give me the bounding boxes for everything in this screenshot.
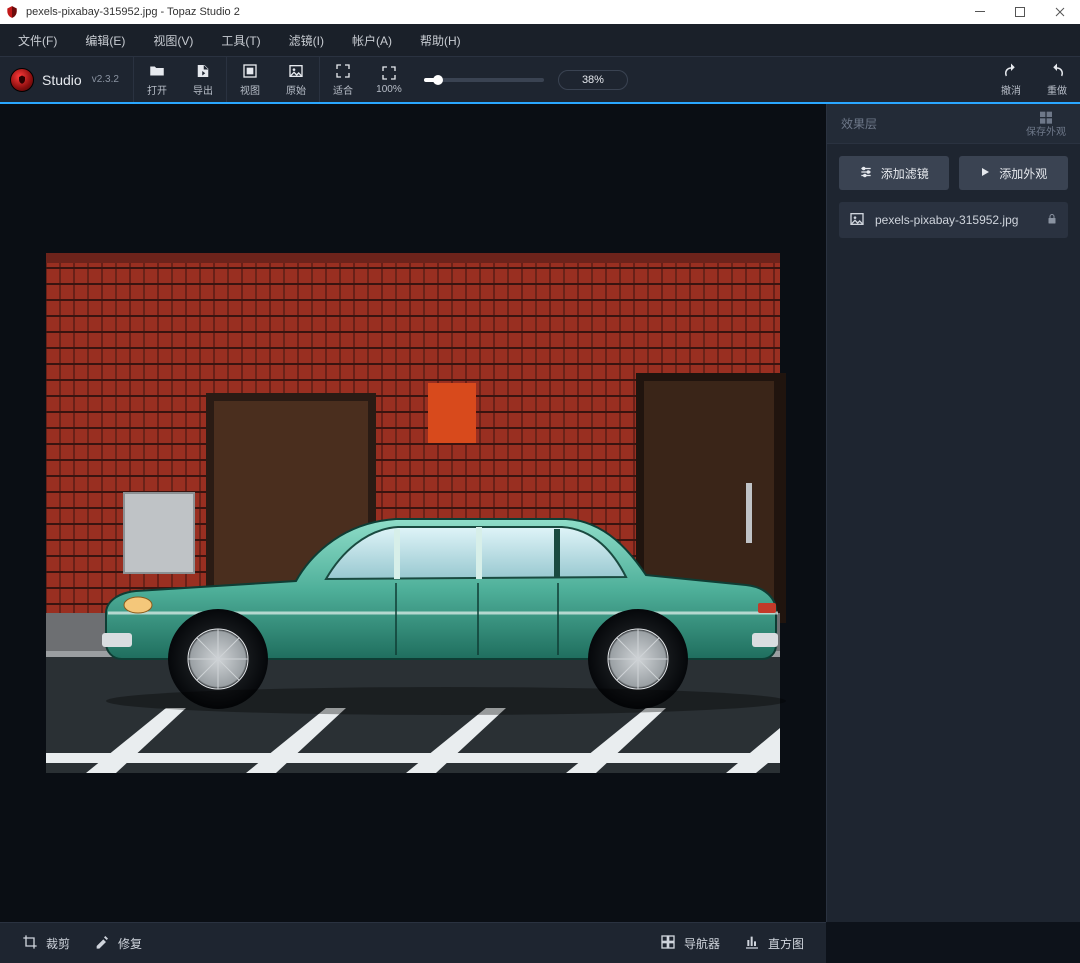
- layer-item[interactable]: pexels-pixabay-315952.jpg: [839, 202, 1068, 238]
- fit-icon: [335, 62, 351, 80]
- menu-tools[interactable]: 工具(T): [207, 28, 274, 53]
- toolbar-100-label: 100%: [376, 84, 402, 95]
- effects-panel-header: 效果层 保存外观: [827, 104, 1080, 144]
- menu-bar: 文件(F) 编辑(E) 视图(V) 工具(T) 滤镜(I) 帐户(A) 帮助(H…: [0, 24, 1080, 56]
- navigator-button[interactable]: 导航器: [648, 928, 732, 959]
- bottom-toolbar: 裁剪 修复 导航器 直方图: [0, 922, 826, 963]
- toolbar-export-label: 导出: [193, 82, 213, 97]
- heal-label: 修复: [118, 935, 142, 952]
- app-logo-icon: [10, 68, 34, 92]
- add-filter-label: 添加滤镜: [881, 165, 929, 182]
- zoom-controls: 38%: [412, 57, 988, 102]
- canvas-workspace[interactable]: [0, 104, 826, 922]
- menu-view[interactable]: 视图(V): [139, 28, 207, 53]
- window-titlebar: pexels-pixabay-315952.jpg - Topaz Studio…: [0, 0, 1080, 24]
- canvas-image: [46, 253, 780, 773]
- square-icon: [242, 62, 258, 80]
- folder-icon: [148, 62, 166, 80]
- zoom-slider[interactable]: [424, 78, 544, 82]
- window-title: pexels-pixabay-315952.jpg - Topaz Studio…: [26, 6, 240, 18]
- menu-edit[interactable]: 编辑(E): [71, 28, 139, 53]
- toolbar-100-button[interactable]: 100%: [366, 57, 412, 102]
- toolbar-undo-button[interactable]: 撤消: [988, 57, 1034, 102]
- menu-filters[interactable]: 滤镜(I): [275, 28, 338, 53]
- add-filter-button[interactable]: 添加滤镜: [839, 156, 949, 190]
- menu-account[interactable]: 帐户(A): [338, 28, 406, 53]
- crop-label: 裁剪: [46, 935, 70, 952]
- window-maximize-button[interactable]: [1000, 0, 1040, 24]
- app-icon: [4, 4, 20, 20]
- lock-icon: [1046, 213, 1058, 228]
- effects-panel: 效果层 保存外观 添加滤镜 添加外观 pexels-pixabay-315952…: [826, 104, 1080, 922]
- main-toolbar: Studio v2.3.2 打开 导出 视图 原始 适合 100% 38% 撤消: [0, 56, 1080, 104]
- sliders-icon: [859, 165, 873, 182]
- histogram-button[interactable]: 直方图: [732, 928, 816, 959]
- zoom-percent-display[interactable]: 38%: [558, 70, 628, 90]
- layer-name: pexels-pixabay-315952.jpg: [875, 213, 1018, 227]
- toolbar-redo-button[interactable]: 重做: [1034, 57, 1080, 102]
- app-brand: Studio v2.3.2: [0, 57, 133, 102]
- toolbar-view-label: 视图: [240, 82, 260, 97]
- redo-icon: [1048, 62, 1066, 80]
- menu-file[interactable]: 文件(F): [4, 28, 71, 53]
- menu-help[interactable]: 帮助(H): [406, 28, 475, 53]
- histogram-icon: [744, 934, 760, 953]
- image-layer-icon: [849, 211, 865, 230]
- window-close-button[interactable]: [1040, 0, 1080, 24]
- export-icon: [194, 62, 212, 80]
- heal-tool-button[interactable]: 修复: [82, 928, 154, 959]
- toolbar-original-button[interactable]: 原始: [273, 57, 319, 102]
- app-version: v2.3.2: [92, 74, 119, 85]
- add-look-label: 添加外观: [999, 165, 1047, 182]
- toolbar-fit-label: 适合: [333, 82, 353, 97]
- toolbar-undo-label: 撤消: [1001, 82, 1021, 97]
- save-look-button[interactable]: 保存外观: [1026, 110, 1066, 138]
- effects-panel-title: 效果层: [841, 115, 877, 132]
- navigator-icon: [660, 934, 676, 953]
- toolbar-original-label: 原始: [286, 82, 306, 97]
- save-look-label: 保存外观: [1026, 127, 1066, 138]
- add-look-button[interactable]: 添加外观: [959, 156, 1069, 190]
- toolbar-open-label: 打开: [147, 82, 167, 97]
- image-icon: [288, 62, 304, 80]
- actual-size-icon: [381, 64, 397, 82]
- navigator-label: 导航器: [684, 935, 720, 952]
- toolbar-fit-button[interactable]: 适合: [320, 57, 366, 102]
- toolbar-export-button[interactable]: 导出: [180, 57, 226, 102]
- histogram-label: 直方图: [768, 935, 804, 952]
- crop-icon: [22, 934, 38, 953]
- toolbar-view-button[interactable]: 视图: [227, 57, 273, 102]
- crop-tool-button[interactable]: 裁剪: [10, 928, 82, 959]
- toolbar-open-button[interactable]: 打开: [134, 57, 180, 102]
- toolbar-redo-label: 重做: [1047, 82, 1067, 97]
- undo-icon: [1002, 62, 1020, 80]
- play-icon: [979, 166, 991, 181]
- heal-icon: [94, 934, 110, 953]
- app-name: Studio: [42, 72, 82, 88]
- window-minimize-button[interactable]: [960, 0, 1000, 24]
